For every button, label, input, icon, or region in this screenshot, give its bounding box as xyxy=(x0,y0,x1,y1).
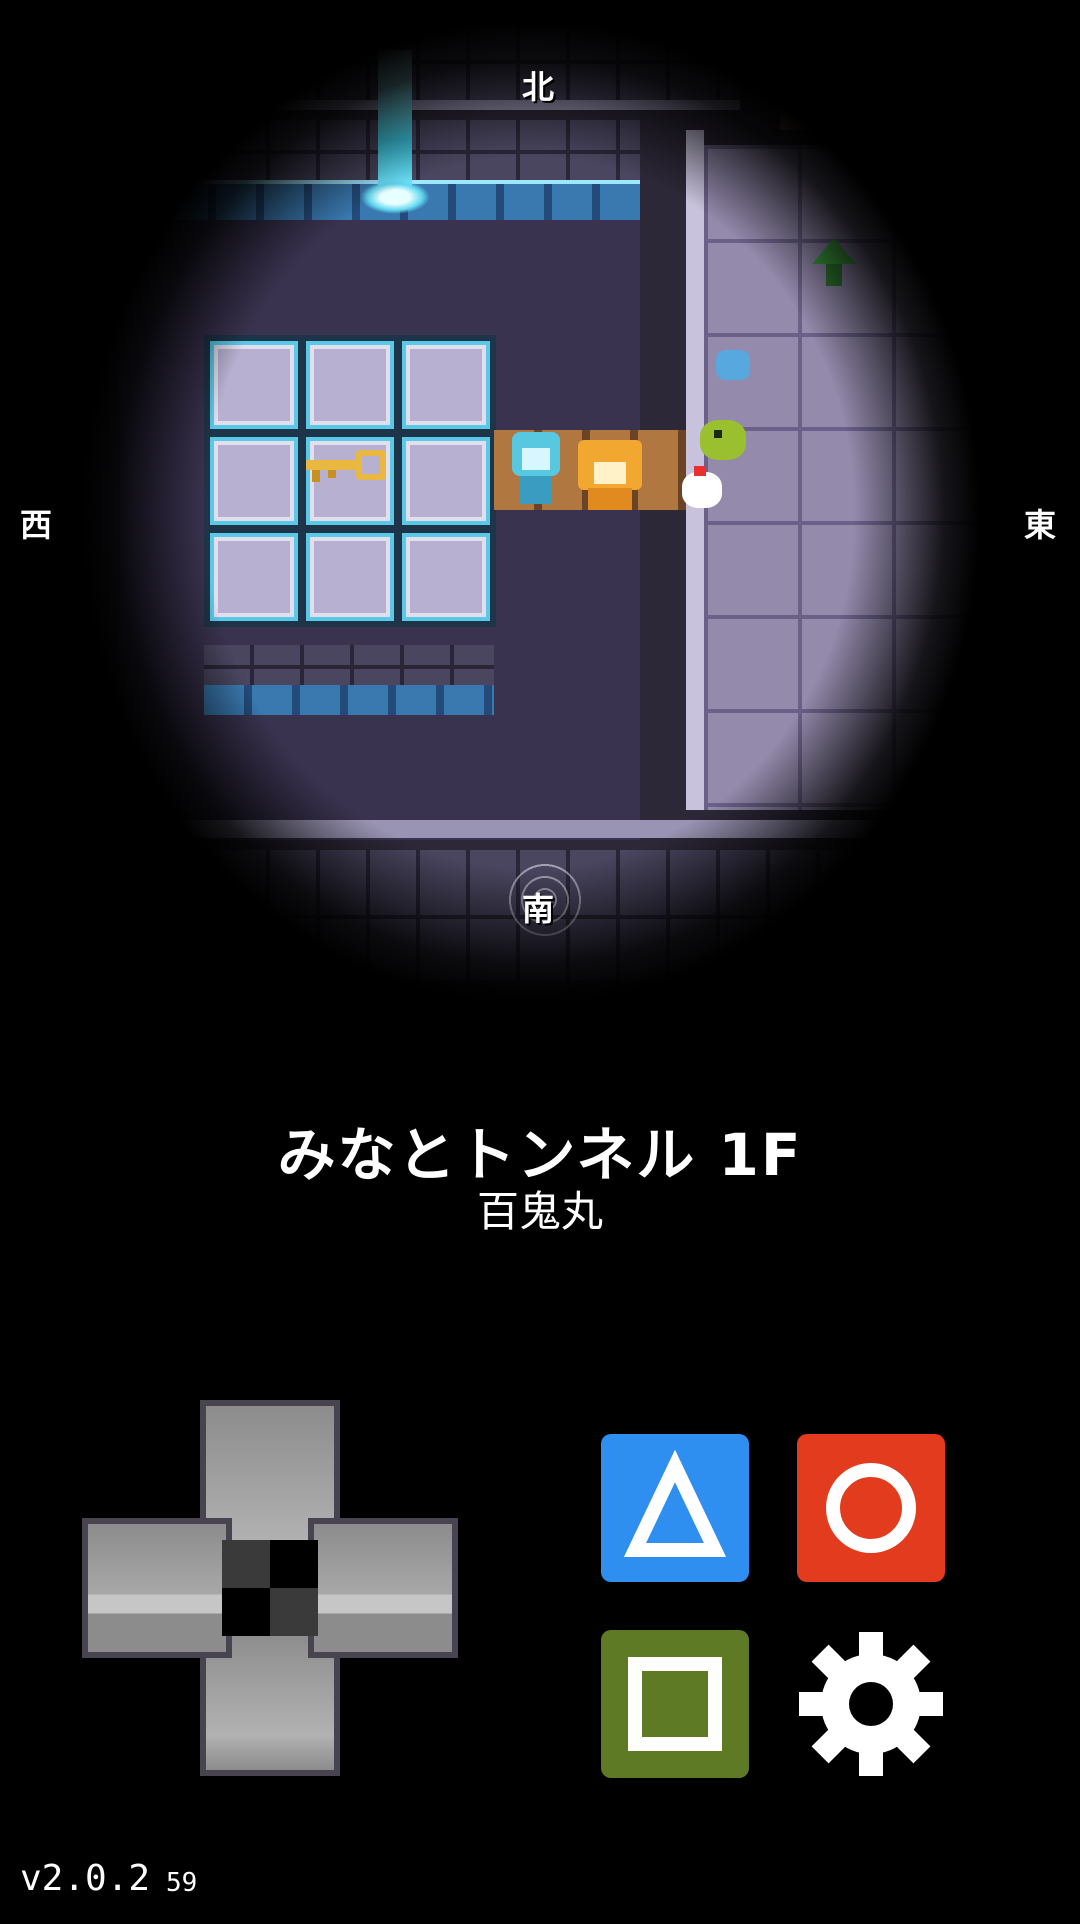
fog-vignette xyxy=(80,20,980,1005)
triangle-button[interactable] xyxy=(601,1434,749,1582)
game-viewport[interactable] xyxy=(80,20,980,1005)
gear-icon xyxy=(799,1632,943,1776)
compass-west: 西 xyxy=(20,506,53,544)
compass-south: 南 xyxy=(522,890,555,928)
square-icon xyxy=(628,1657,722,1751)
dpad-left-button[interactable] xyxy=(82,1518,232,1658)
dpad-icon[interactable] xyxy=(82,1400,458,1776)
dpad-center xyxy=(222,1540,318,1636)
triangle-icon xyxy=(623,1449,727,1557)
square-button[interactable] xyxy=(601,1630,749,1778)
compass-north: 北 xyxy=(522,68,555,106)
fps-counter: 59 xyxy=(166,1868,198,1898)
compass-east: 東 xyxy=(1024,506,1057,544)
circle-icon xyxy=(826,1463,916,1553)
player-name: 百鬼丸 xyxy=(476,1187,603,1236)
circle-button[interactable] xyxy=(797,1434,945,1582)
version-label: v2.0.2 xyxy=(20,1858,151,1899)
settings-button[interactable] xyxy=(797,1630,945,1778)
dpad-right-button[interactable] xyxy=(308,1518,458,1658)
